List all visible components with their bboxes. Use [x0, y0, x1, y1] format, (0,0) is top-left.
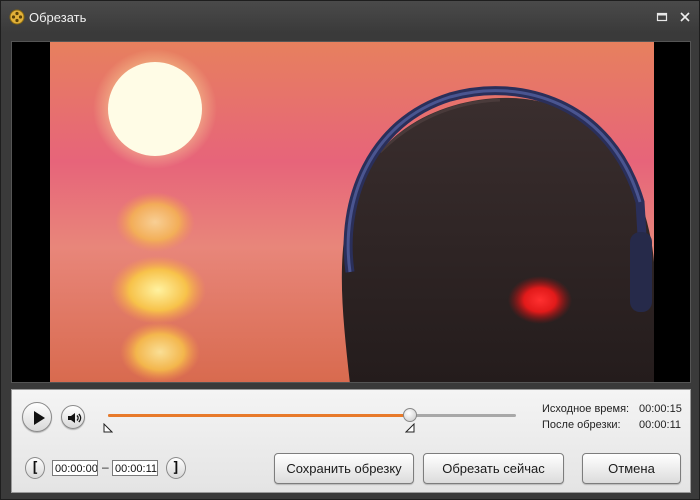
set-end-button[interactable]: ]: [166, 457, 186, 479]
time-separator: –: [102, 460, 109, 474]
trim-start-field[interactable]: [52, 460, 98, 476]
close-button[interactable]: [676, 8, 694, 26]
play-icon: [34, 411, 45, 425]
maximize-icon: [656, 12, 668, 22]
cancel-button[interactable]: Отмена: [582, 453, 681, 484]
original-duration-value: 00:00:15: [639, 403, 682, 415]
play-button[interactable]: [22, 402, 52, 432]
trim-end-marker[interactable]: [404, 423, 415, 433]
title-bar[interactable]: Обрезать: [1, 1, 699, 33]
timeline-slider[interactable]: [108, 408, 516, 422]
control-panel: Исходное время: 00:00:15 После обрезки: …: [11, 389, 691, 493]
timeline-progress: [108, 414, 410, 417]
video-preview[interactable]: [11, 41, 691, 383]
playhead-handle[interactable]: [402, 408, 417, 422]
speaker-icon: [68, 413, 82, 423]
save-trim-button[interactable]: Сохранить обрезку: [274, 453, 414, 484]
bracket-right-icon: ]: [171, 460, 181, 476]
trim-dialog: Обрезать Исходное время: 00:00:15 После …: [0, 0, 700, 500]
trimmed-duration-value: 00:00:11: [639, 419, 682, 431]
close-icon: [680, 12, 690, 22]
trim-start-marker[interactable]: [103, 423, 113, 433]
video-frame-preview: [50, 42, 654, 382]
trimmed-duration-label: После обрезки:: [542, 419, 621, 431]
set-start-button[interactable]: [: [25, 457, 45, 479]
original-duration-label: Исходное время:: [542, 403, 630, 415]
maximize-button[interactable]: [653, 8, 671, 26]
film-reel-icon: [9, 9, 25, 25]
volume-button[interactable]: [61, 405, 85, 429]
window-title: Обрезать: [29, 10, 87, 25]
bracket-left-icon: [: [30, 460, 40, 476]
trim-now-button[interactable]: Обрезать сейчас: [423, 453, 564, 484]
trim-end-field[interactable]: [112, 460, 158, 476]
